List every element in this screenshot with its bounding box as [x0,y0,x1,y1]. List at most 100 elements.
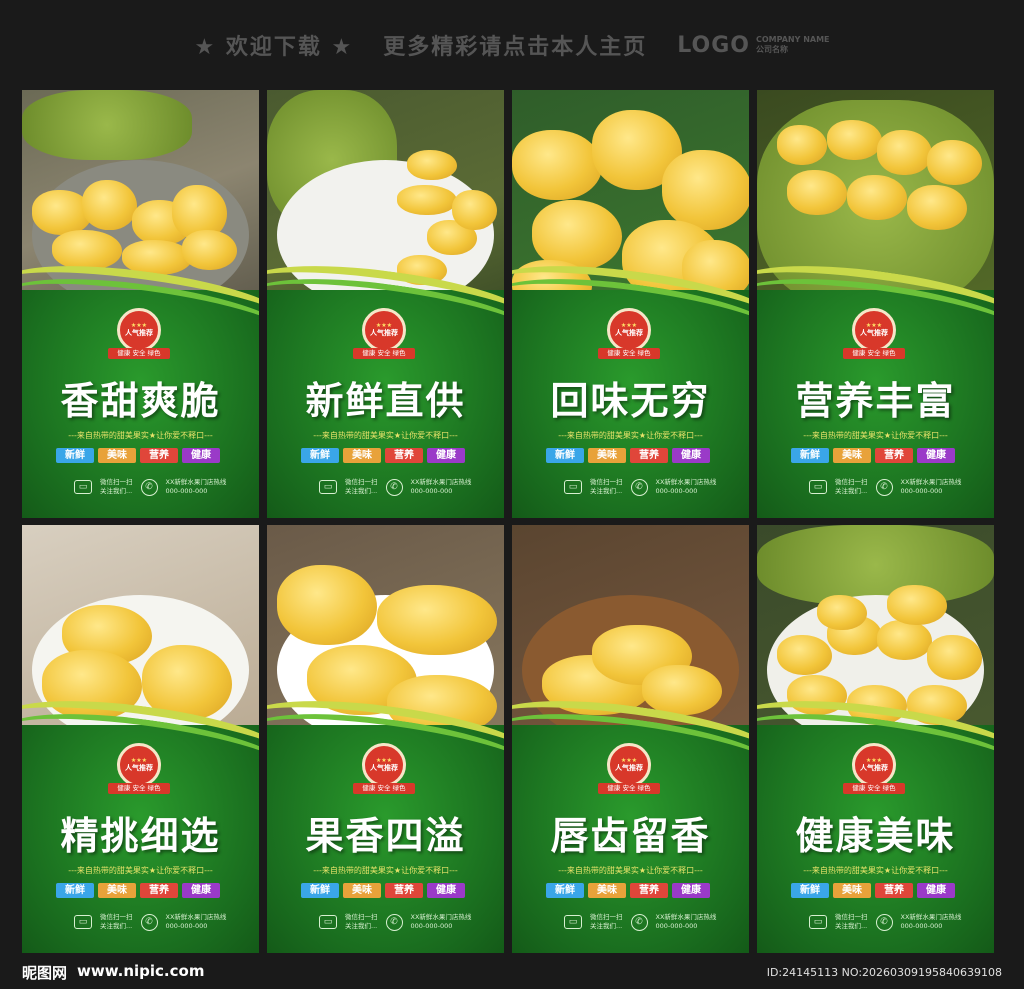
badge-stars: ★★★ [620,322,638,329]
tag: 营养 [385,883,423,898]
wechat-line1: 微信扫一扫 [100,478,133,486]
poster-title: 精挑细选 [60,814,221,858]
shop-phone: 000-000-000 [410,922,453,930]
contact-row: ▭ 微信扫一扫 关注我们... ✆ XX新鲜水果门店热线 000-000-000 [319,913,471,931]
tag-row: 新鲜 美味 营养 健康 [546,448,710,463]
phone-icon: ✆ [875,478,893,496]
wechat-line2: 关注我们... [100,487,133,495]
wechat-line2: 关注我们... [100,922,133,930]
tag: 营养 [875,448,913,463]
badge-stars: ★★★ [375,757,393,764]
jackfruit-piece [277,565,377,645]
poster-panel: ★★★ 人气推荐 健康 安全 绿色 营养丰富 ---来自热带的甜美果实★让你爱不… [757,90,994,518]
badge-ribbon: 健康 安全 绿色 [108,783,170,794]
wechat-line1: 微信扫一扫 [590,913,623,921]
poster-title: 香甜爽脆 [60,379,221,423]
contact-row: ▭ 微信扫一扫 关注我们... ✆ XX新鲜水果门店热线 000-000-000 [809,913,961,931]
badge-stars: ★★★ [620,757,638,764]
badge-stars: ★★★ [130,757,148,764]
shop-line1: XX新鲜水果门店热线 [900,913,962,921]
tag: 健康 [427,883,465,898]
slogan: ---来自热带的甜美果实★让你爱不释口--- [558,866,703,875]
jackfruit-piece [377,585,497,655]
tag: 美味 [98,883,136,898]
tag: 营养 [630,448,668,463]
jackfruit-piece [927,140,982,185]
shop-line1: XX新鲜水果门店热线 [655,478,717,486]
wechat-line1: 微信扫一扫 [100,913,133,921]
wechat-line1: 微信扫一扫 [345,478,378,486]
slogan: ---来自热带的甜美果实★让你爱不释口--- [68,866,213,875]
site-brand[interactable]: 昵图网 www.nipic.com [22,962,204,983]
tag: 健康 [427,448,465,463]
jackfruit-piece [397,185,457,215]
jackfruit-piece [182,230,237,270]
poster-panel: ★★★ 人气推荐 健康 安全 绿色 香甜爽脆 ---来自热带的甜美果实★让你爱不… [22,90,259,518]
tag: 健康 [917,448,955,463]
tag: 营养 [140,883,178,898]
tag: 美味 [833,883,871,898]
tag: 美味 [588,448,626,463]
company-name-en: COMPANY NAME [755,35,830,44]
tag: 新鲜 [791,448,829,463]
image-ids: ID:24145113 NO:20260309195840639108 [766,965,1002,979]
jackfruit-piece [927,635,982,680]
badge-stars: ★★★ [865,757,883,764]
slogan: ---来自热带的甜美果实★让你爱不释口--- [313,866,458,875]
chat-icon: ▭ [74,915,92,929]
recommend-badge: ★★★ 人气推荐 [362,308,406,352]
shop-phone: 000-000-000 [410,487,453,495]
wechat-line1: 微信扫一扫 [345,913,378,921]
site-url[interactable]: www.nipic.com [77,962,204,983]
contact-row: ▭ 微信扫一扫 关注我们... ✆ XX新鲜水果门店热线 000-000-000 [74,478,226,496]
poster-title: 唇齿留香 [550,814,711,858]
tag: 新鲜 [56,883,94,898]
wechat-line2: 关注我们... [835,922,868,930]
chat-icon: ▭ [319,480,337,494]
badge-label: 人气推荐 [370,764,398,772]
jackfruit-piece [877,620,932,660]
badge-ribbon: 健康 安全 绿色 [843,783,905,794]
tag-row: 新鲜 美味 营养 健康 [791,883,955,898]
tag: 美味 [588,883,626,898]
slogan: ---来自热带的甜美果实★让你爱不释口--- [558,431,703,440]
recommend-badge: ★★★ 人气推荐 [117,743,161,787]
jackfruit-husk [757,525,994,605]
poster-panel: ★★★ 人气推荐 健康 安全 绿色 唇齿留香 ---来自热带的甜美果实★让你爱不… [512,525,749,953]
shop-line1: XX新鲜水果门店热线 [900,478,962,486]
poster-title: 健康美味 [795,814,956,858]
tag: 健康 [182,883,220,898]
poster-panel: ★★★ 人气推荐 健康 安全 绿色 果香四溢 ---来自热带的甜美果实★让你爱不… [267,525,504,953]
poster-title: 营养丰富 [795,379,956,423]
tag: 新鲜 [791,883,829,898]
shop-phone: 000-000-000 [165,922,208,930]
tag-row: 新鲜 美味 营养 健康 [56,448,220,463]
jackfruit-piece [452,190,497,230]
badge-stars: ★★★ [375,322,393,329]
jackfruit-husk [22,90,192,160]
tag-row: 新鲜 美味 营养 健康 [301,883,465,898]
phone-icon: ✆ [385,478,403,496]
wechat-line2: 关注我们... [345,487,378,495]
poster-panel: ★★★ 人气推荐 健康 安全 绿色 精挑细选 ---来自热带的甜美果实★让你爱不… [22,525,259,953]
chat-icon: ▭ [74,480,92,494]
badge-stars: ★★★ [865,322,883,329]
badge-ribbon: 健康 安全 绿色 [353,783,415,794]
logo-text: LOGO [677,32,750,58]
recommend-badge: ★★★ 人气推荐 [607,308,651,352]
tag: 营养 [630,883,668,898]
shop-line1: XX新鲜水果门店热线 [655,913,717,921]
wechat-line1: 微信扫一扫 [590,478,623,486]
tag: 健康 [182,448,220,463]
badge-label: 人气推荐 [125,329,153,337]
phone-icon: ✆ [140,913,158,931]
logo: LOGO COMPANY NAME 公司名称 [677,33,829,58]
shop-phone: 000-000-000 [655,922,698,930]
recommend-badge: ★★★ 人气推荐 [607,743,651,787]
tag: 美味 [343,448,381,463]
recommend-badge: ★★★ 人气推荐 [117,308,161,352]
tag: 新鲜 [56,448,94,463]
more-text: 更多精彩请点击本人主页 [383,35,648,60]
tag: 健康 [917,883,955,898]
tag: 新鲜 [301,448,339,463]
